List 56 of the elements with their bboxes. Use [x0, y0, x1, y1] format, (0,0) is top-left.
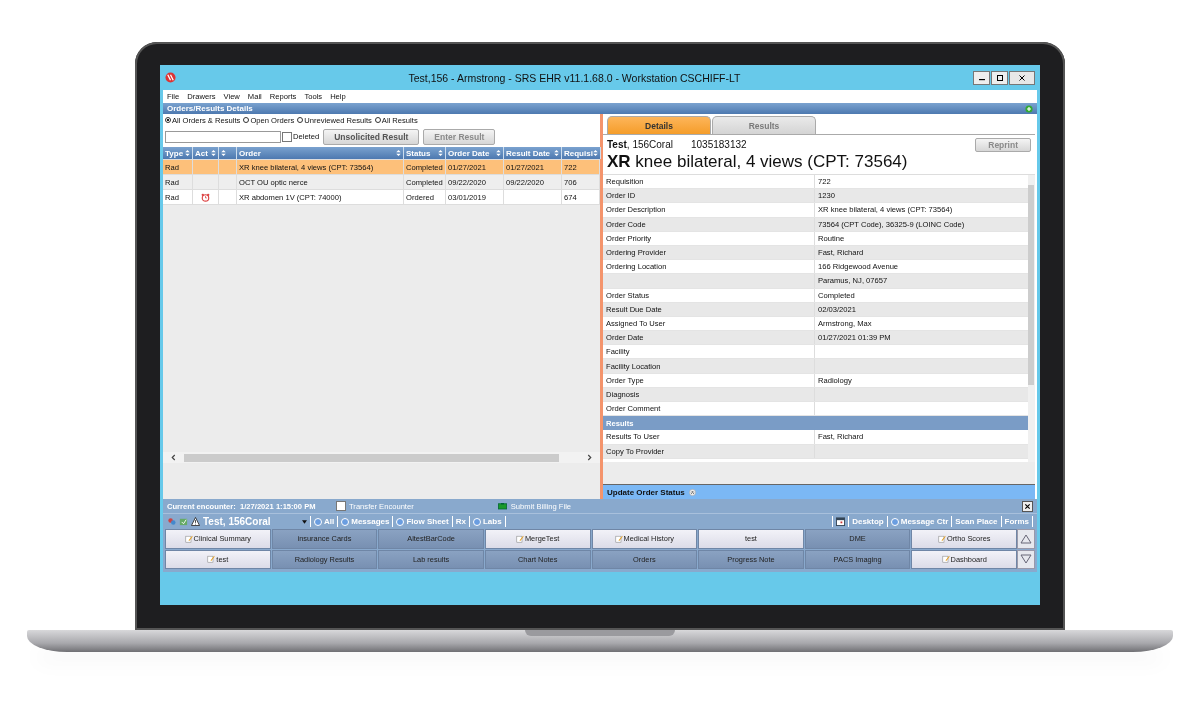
status-bar[interactable]: Update Order Status [603, 484, 1035, 499]
billing-icon[interactable] [497, 502, 507, 510]
column-header[interactable] [219, 147, 237, 159]
vertical-scrollbar[interactable] [1028, 175, 1035, 462]
close-icon [1018, 73, 1026, 82]
patient-name: Test, 156Coral [607, 139, 673, 150]
note-icon [941, 555, 950, 564]
scroll-up-button[interactable] [1017, 529, 1035, 549]
note-icon [515, 534, 524, 543]
warning-icon[interactable] [191, 517, 200, 526]
column-header[interactable]: Result Date [504, 147, 562, 159]
horizontal-scrollbar[interactable] [163, 452, 600, 463]
calendar-icon[interactable] [836, 517, 846, 526]
column-header[interactable]: Order Date [446, 147, 504, 159]
add-icon[interactable] [1025, 104, 1033, 113]
window-title: Test,156 - Armstrong - SRS EHR v11.1.68.0 - Workstation CSCHIFF-LT [407, 71, 742, 84]
down-triangle-icon [1020, 553, 1032, 566]
sort-icon [221, 150, 226, 156]
maximize-icon [995, 73, 1004, 82]
tab[interactable]: Results [712, 116, 816, 134]
patient-name: Test, 156Coral [203, 516, 272, 527]
logo-icon [165, 72, 176, 83]
action-button[interactable]: Unsolicited Result [323, 128, 420, 145]
note-icon [207, 555, 216, 564]
search-field[interactable] [165, 130, 281, 143]
column-header[interactable]: Order [237, 147, 404, 159]
minimize-icon [978, 79, 985, 81]
collapse-icon[interactable] [688, 488, 696, 496]
close-button[interactable] [1022, 500, 1033, 512]
close-icon [1024, 502, 1031, 510]
sort-icon [396, 150, 401, 156]
order-title: XR knee bilateral, 4 views (CPT: 73564) [606, 152, 909, 173]
tab[interactable]: Details [607, 116, 711, 134]
column-header[interactable]: Status [404, 147, 446, 159]
sort-icon [438, 150, 443, 156]
note-icon [614, 534, 623, 543]
column-header[interactable]: Requisi [562, 147, 601, 159]
dropdown-icon[interactable] [302, 519, 307, 524]
up-triangle-icon [1020, 532, 1032, 545]
maximize-button[interactable] [991, 70, 1008, 85]
scroll-left-icon[interactable] [171, 454, 176, 461]
note-icon [184, 534, 193, 543]
sort-icon [592, 150, 598, 156]
scroll-right-icon[interactable] [587, 454, 592, 461]
patient-id: 1035183132 [690, 139, 748, 150]
sort-icon [496, 150, 501, 156]
panel-title: Orders/Results Details [167, 104, 254, 113]
sort-icon [211, 150, 216, 156]
note-icon [937, 534, 946, 543]
column-header[interactable]: Type [163, 147, 193, 159]
sort-icon [554, 150, 559, 156]
sort-icon [185, 150, 190, 156]
column-header[interactable]: Act [193, 147, 219, 159]
scroll-down-button[interactable] [1017, 549, 1035, 569]
update-status-label: Update Order Status [607, 487, 685, 497]
minimize-button[interactable] [973, 70, 990, 85]
